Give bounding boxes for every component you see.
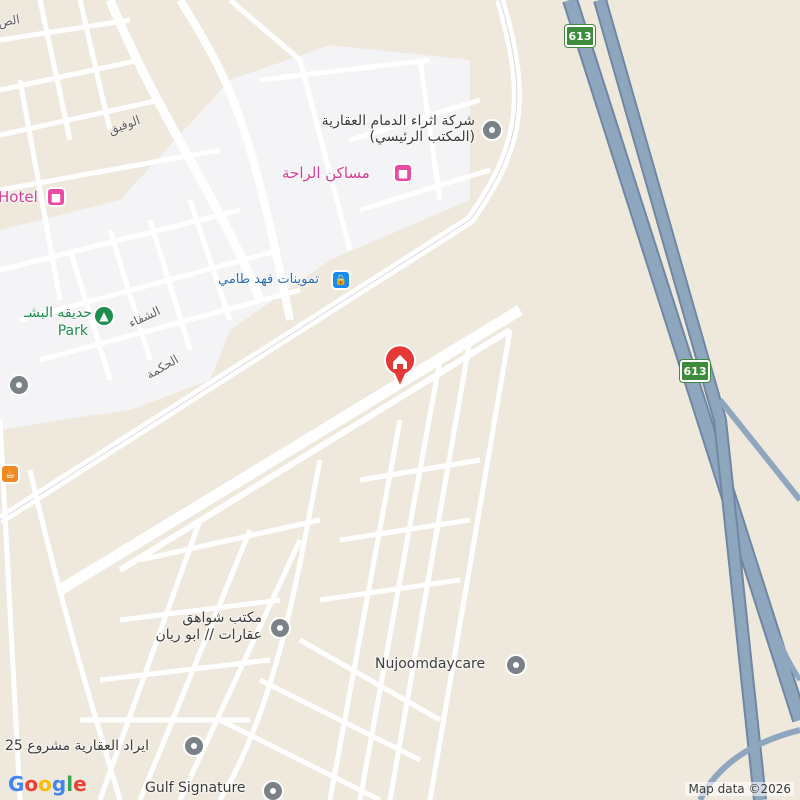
home-marker-icon[interactable] [384, 344, 416, 388]
route-shield-613-top: 613 [565, 25, 595, 47]
poi-shawahiq-line2: عقارات // ابو ريان [155, 627, 262, 643]
poi-gulf-name: Gulf Signature [145, 780, 246, 796]
poi-ethraa-line2: (المكتب الرئيسي) [369, 129, 476, 145]
generic-place-icon[interactable] [262, 780, 284, 800]
google-logo: Google [8, 772, 87, 796]
map-attribution[interactable]: Map data ©2026 [685, 782, 794, 796]
poi-ethraa-name: شركة اثراء الدمام العقارية (المكتب الرئي… [290, 113, 475, 145]
logo-letter: g [51, 772, 67, 796]
poi-tamweenat-name: تموينات فهد طامي [218, 272, 319, 287]
hotel-icon[interactable]: ■ [46, 187, 66, 207]
logo-letter: o [38, 772, 52, 796]
logo-letter: o [24, 772, 39, 796]
poi-shawahiq-line1: مكتب شواهق [182, 610, 262, 626]
poi-hotel-name: Hotel [0, 188, 38, 206]
generic-place-icon[interactable] [481, 119, 503, 141]
map-canvas[interactable]: 613 613 الوفيق الشفاء الحكمة الص شركة اث… [0, 0, 800, 800]
poi-irad-name: ايراد العقارية مشروع 25 [5, 738, 150, 754]
hotel-icon[interactable]: ■ [393, 163, 413, 183]
logo-letter: e [73, 772, 87, 796]
cafe-icon[interactable]: ☕ [0, 464, 20, 484]
shopping-icon[interactable]: 🔒 [331, 270, 351, 290]
poi-masaken-name: مساكن الراحة [282, 164, 370, 182]
poi-shawahiq-name: مكتب شواهق عقارات // ابو ريان [130, 610, 262, 644]
route-shield-613-right: 613 [680, 360, 710, 382]
logo-letter: G [8, 772, 25, 796]
poi-ethraa-line1: شركة اثراء الدمام العقارية [321, 113, 475, 129]
poi-park-line1: حديقه البشـ [24, 305, 92, 321]
poi-nujoom-name: Nujoomdaycare [375, 656, 486, 672]
poi-park-name: حديقه البشـ Park [24, 304, 92, 340]
generic-place-icon[interactable] [183, 735, 205, 757]
poi-park-line2: Park [57, 323, 88, 339]
highway-613 [562, 0, 800, 800]
park-icon[interactable]: ▲ [93, 305, 115, 327]
generic-place-icon[interactable] [505, 654, 527, 676]
generic-place-icon[interactable] [8, 374, 30, 396]
generic-place-icon[interactable] [269, 617, 291, 639]
